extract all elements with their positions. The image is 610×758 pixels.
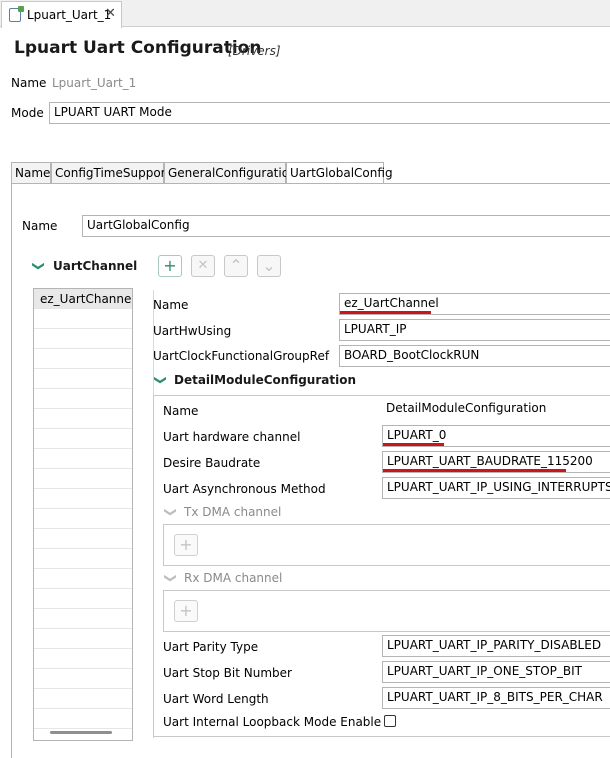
- highlight-underline: [383, 469, 566, 472]
- rx-dma-add-button[interactable]: +: [174, 600, 198, 622]
- uart-hw-using-field[interactable]: LPUART_IP: [339, 319, 610, 341]
- list-row-empty: [34, 709, 132, 729]
- page-subtitle: [Drivers]: [228, 44, 281, 58]
- list-row-empty: [34, 429, 132, 449]
- add-channel-button[interactable]: +: [158, 255, 182, 277]
- chevron-down-icon: ⌄: [262, 256, 276, 275]
- chevron-up-icon: ⌃: [229, 256, 243, 275]
- move-down-button[interactable]: ⌄: [257, 255, 281, 277]
- list-row-empty: [34, 349, 132, 369]
- list-row-empty: [34, 369, 132, 389]
- list-row-empty: [34, 409, 132, 429]
- list-item[interactable]: ez_UartChannel: [34, 289, 132, 309]
- tab-config-time-support[interactable]: ConfigTimeSupport: [51, 162, 170, 183]
- editor-tab-label: Lpuart_Uart_1: [27, 8, 112, 22]
- list-row-empty: [34, 389, 132, 409]
- mode-label: Mode: [11, 106, 44, 120]
- list-row-empty: [34, 449, 132, 469]
- list-row-empty: [34, 629, 132, 649]
- list-row-empty: [34, 509, 132, 529]
- global-config-name-label: Name: [22, 219, 58, 233]
- page-title: Lpuart Uart Configuration: [14, 38, 262, 58]
- panel-border: [11, 183, 12, 758]
- highlight-underline: [383, 443, 444, 446]
- uart-channel-title: UartChannel: [53, 259, 138, 273]
- async-method-field[interactable]: LPUART_UART_IP_USING_INTERRUPTS: [382, 477, 610, 499]
- global-config-name-field[interactable]: UartGlobalConfig: [82, 215, 610, 237]
- tabs-divider: [11, 183, 610, 184]
- word-length-field[interactable]: LPUART_UART_IP_8_BITS_PER_CHAR: [382, 687, 610, 709]
- channel-list: ez_UartChannel: [33, 288, 133, 741]
- remove-icon: ✕: [197, 258, 209, 273]
- tx-dma-box: [163, 524, 610, 566]
- name-value: Lpuart_Uart_1: [52, 76, 137, 90]
- list-row-empty: [34, 589, 132, 609]
- detail-module-chevron-down-icon[interactable]: ❯: [154, 375, 168, 385]
- plus-icon: +: [163, 256, 177, 275]
- clock-group-ref-label: UartClockFunctionalGroupRef: [153, 349, 330, 363]
- highlight-underline: [340, 311, 431, 314]
- tab-name[interactable]: Name: [11, 162, 51, 183]
- uart-hw-using-label: UartHwUsing: [153, 324, 232, 338]
- rx-dma-box: [163, 590, 610, 632]
- uart-channel-chevron-down-icon[interactable]: ❯: [32, 261, 46, 271]
- async-method-label: Uart Asynchronous Method: [163, 482, 326, 496]
- tab-uart-global-config[interactable]: UartGlobalConfig: [286, 162, 393, 184]
- list-scrollbar[interactable]: [50, 731, 112, 734]
- list-row-empty: [34, 609, 132, 629]
- loopback-checkbox[interactable]: [384, 715, 396, 727]
- rx-dma-title: Rx DMA channel: [184, 571, 283, 585]
- clock-group-ref-field[interactable]: BOARD_BootClockRUN: [339, 345, 610, 367]
- detail-name-label: Name: [163, 404, 199, 418]
- close-icon[interactable]: ✕: [105, 6, 116, 21]
- list-row-empty: [34, 649, 132, 669]
- list-row-empty: [34, 669, 132, 689]
- list-row-empty: [34, 529, 132, 549]
- tx-dma-add-button[interactable]: +: [174, 534, 198, 556]
- list-row-empty: [34, 309, 132, 329]
- parity-type-label: Uart Parity Type: [163, 640, 259, 654]
- list-row-empty: [34, 489, 132, 509]
- list-row-empty: [34, 469, 132, 489]
- config-file-icon: [9, 6, 24, 22]
- tab-general-configuration[interactable]: GeneralConfiguration: [164, 162, 297, 183]
- list-row-empty: [34, 549, 132, 569]
- move-up-button[interactable]: ⌃: [224, 255, 248, 277]
- stop-bit-field[interactable]: LPUART_UART_IP_ONE_STOP_BIT: [382, 661, 610, 683]
- name-label: Name: [11, 76, 47, 90]
- plus-icon: +: [179, 601, 193, 620]
- list-row-empty: [34, 329, 132, 349]
- parity-type-field[interactable]: LPUART_UART_IP_PARITY_DISABLED: [382, 635, 610, 657]
- rx-dma-chevron-down-icon[interactable]: ❯: [164, 573, 178, 583]
- detail-module-title: DetailModuleConfiguration: [174, 373, 357, 387]
- stop-bit-label: Uart Stop Bit Number: [163, 666, 292, 680]
- loopback-label: Uart Internal Loopback Mode Enable: [163, 715, 382, 729]
- hw-channel-label: Uart hardware channel: [163, 430, 301, 444]
- remove-channel-button[interactable]: ✕: [191, 255, 215, 277]
- detail-name-field[interactable]: DetailModuleConfiguration: [382, 399, 610, 421]
- word-length-label: Uart Word Length: [163, 692, 269, 706]
- editor-tab-lpuart-uart-1[interactable]: Lpuart_Uart_1 ✕: [1, 1, 122, 28]
- tx-dma-title: Tx DMA channel: [184, 505, 282, 519]
- plus-icon: +: [179, 535, 193, 554]
- channel-name-label: Name: [153, 298, 189, 312]
- tx-dma-chevron-down-icon[interactable]: ❯: [164, 507, 178, 517]
- list-row-empty: [34, 689, 132, 709]
- list-row-empty: [34, 569, 132, 589]
- baudrate-label: Desire Baudrate: [163, 456, 261, 470]
- mode-field[interactable]: LPUART UART Mode: [49, 102, 610, 124]
